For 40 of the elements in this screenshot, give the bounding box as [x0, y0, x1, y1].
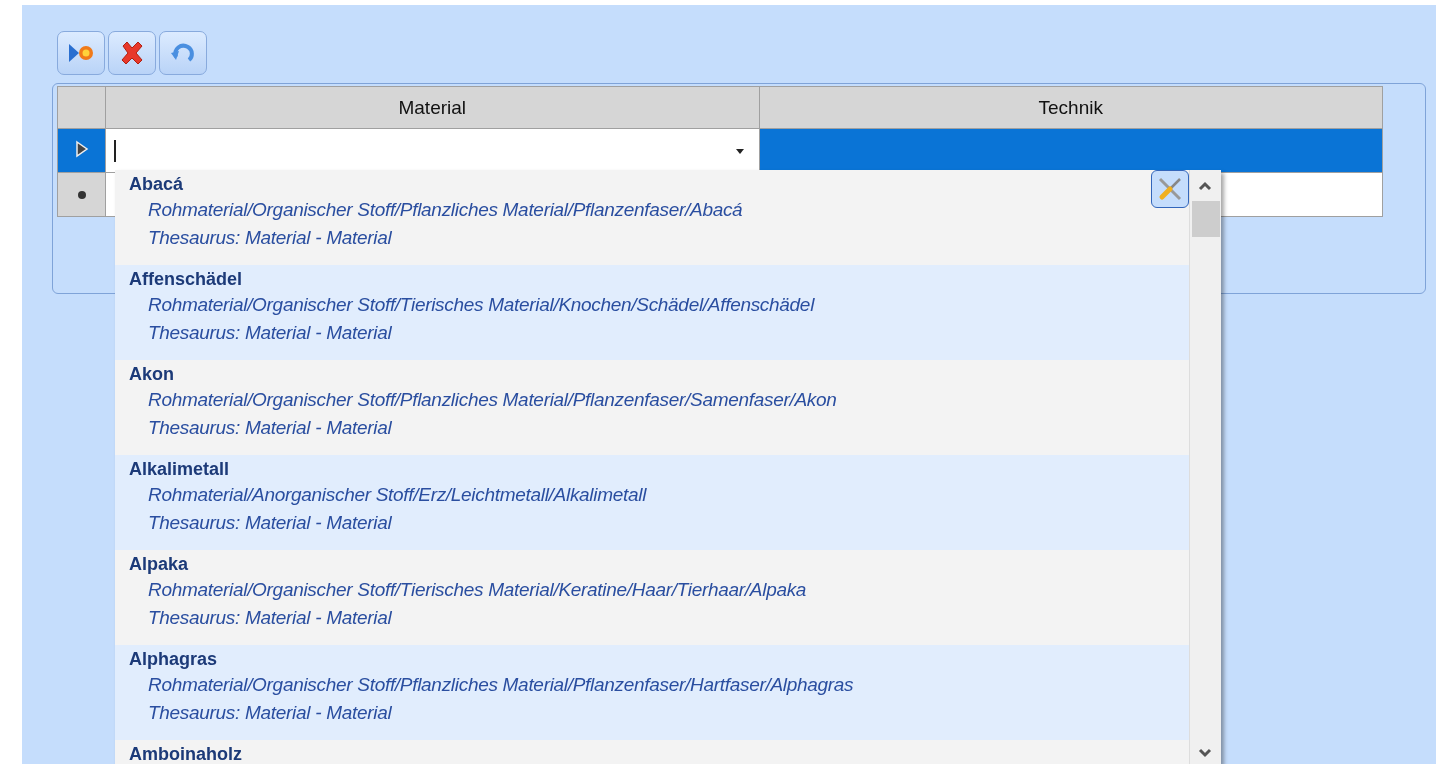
delete-button[interactable] [108, 31, 156, 75]
item-path: Rohmaterial/Organischer Stoff/Pflanzliches Material/Pflanzenfaser/Samenfaser/Akon [148, 388, 837, 412]
row-header[interactable] [57, 172, 106, 217]
undo-button[interactable] [159, 31, 207, 75]
new-button[interactable] [57, 31, 105, 75]
item-source: Thesaurus: Material - Material [148, 701, 392, 725]
scroll-thumb[interactable] [1192, 201, 1220, 237]
list-item[interactable]: Amboinaholz [115, 740, 1190, 764]
item-title: Akon [129, 363, 174, 386]
item-title: Affenschädel [129, 268, 243, 291]
current-row-icon [74, 139, 89, 158]
item-source: Thesaurus: Material - Material [148, 416, 392, 440]
item-path: Rohmaterial/Organischer Stoff/Pflanzliches Material/Pflanzenfaser/Hartfaser/Alphagras [148, 673, 854, 697]
list-item[interactable]: Abacá Rohmaterial/Organischer Stoff/Pflanzliches Material/Pflanzenfaser/Abacá Thesaurus: Material - Material [115, 170, 1190, 265]
item-source: Thesaurus: Material - Material [148, 226, 392, 250]
item-path: Rohmaterial/Organischer Stoff/Tierisches Material/Keratine/Haar/Tierhaar/Alpaka [148, 578, 807, 602]
row-header[interactable] [57, 128, 106, 173]
item-path: Rohmaterial/Organischer Stoff/Pflanzliches Material/Pflanzenfaser/Abacá [148, 198, 743, 222]
item-title: Alphagras [129, 648, 218, 671]
column-header[interactable]: Material [105, 86, 760, 129]
item-source: Thesaurus: Material - Material [148, 321, 392, 345]
table-cell[interactable] [759, 128, 1383, 173]
item-path: Rohmaterial/Anorganischer Stoff/Erz/Leichtmetall/Alkalimetall [148, 483, 647, 507]
item-source: Thesaurus: Material - Material [148, 606, 392, 630]
item-title: Amboinaholz [129, 743, 242, 764]
item-source: Thesaurus: Material - Material [148, 511, 392, 535]
tools-button[interactable] [1151, 170, 1189, 208]
list-item[interactable]: Affenschädel Rohmaterial/Organischer Stoff/Tierisches Material/Knochen/Schädel/Affenschädel Thesaurus: Material - Material [115, 265, 1190, 360]
list-item[interactable]: Alphagras Rohmaterial/Organischer Stoff/Pflanzliches Material/Pflanzenfaser/Hartfaser/Alphagras Thesaurus: Material - Material [115, 645, 1190, 740]
column-header[interactable]: Technik [759, 86, 1383, 129]
item-title: Alkalimetall [129, 458, 230, 481]
item-path: Rohmaterial/Organischer Stoff/Tierisches Material/Knochen/Schädel/Affenschädel [148, 293, 815, 317]
new-row-icon [76, 189, 87, 200]
scrollbar[interactable] [1189, 170, 1221, 764]
item-title: Abacá [129, 173, 184, 196]
wrench-screwdriver-icon [1156, 175, 1184, 203]
list-item[interactable]: Alkalimetall Rohmaterial/Anorganischer Stoff/Erz/Leichtmetall/Alkalimetall Thesaurus: Material - Material [115, 455, 1190, 550]
scroll-up-icon[interactable] [1198, 181, 1212, 191]
item-title: Alpaka [129, 553, 189, 576]
scroll-down-icon[interactable] [1198, 748, 1212, 758]
